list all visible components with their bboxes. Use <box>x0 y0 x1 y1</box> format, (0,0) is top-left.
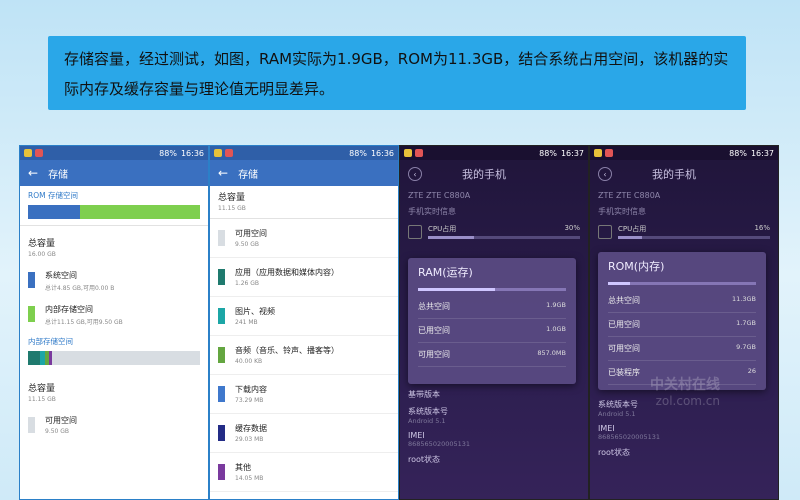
info-row: 可用空间 857.0MB <box>418 343 566 367</box>
app-bar: ← 存储 <box>20 160 208 186</box>
device-info-item: root状态 <box>598 448 631 457</box>
internal-usage-bar <box>28 351 200 365</box>
clock: 16:36 <box>180 148 204 158</box>
total-capacity-value: 16.00 GB <box>28 251 56 258</box>
ram-popup: RAM(运存) 总共空间 1.9GB 已用空间 1.0GB 可用空间 857.0MB <box>408 258 576 384</box>
notification-icon <box>605 149 613 157</box>
total-capacity-label-2: 总容量 <box>28 384 56 394</box>
phone-screen-storage-detail: 88% 16:36 ← 存储 总容量 11.15 GB 可用空间 9.50 GB 应用… <box>209 145 399 500</box>
list-item[interactable]: 可用空间 9.50 GB <box>210 219 398 258</box>
screen-title: 存储 <box>238 169 259 181</box>
color-swatch <box>28 272 35 288</box>
watermark: 中关村在线 <box>650 377 720 393</box>
list-item[interactable]: 其他 14.05 MB <box>210 453 398 492</box>
system-segment <box>28 205 80 219</box>
list-item[interactable]: 应用（应用数据和媒体内容） 1.26 GB <box>210 258 398 297</box>
color-swatch <box>28 306 35 322</box>
notification-icon <box>214 149 222 157</box>
notification-icon <box>225 149 233 157</box>
color-swatch <box>218 386 225 402</box>
device-info-item: 系统版本号 Android 5.1 <box>408 407 448 425</box>
list-item[interactable]: 缓存数据 29.03 MB <box>210 414 398 453</box>
total-capacity-value-2: 11.15 GB <box>28 396 56 403</box>
phone-screen-ram: 88% 16:37 ‹ 我的手机 ZTE ZTE C880A 手机实时信息 CPU… <box>399 145 589 500</box>
list-item[interactable]: 下载内容 73.29 MB <box>210 375 398 414</box>
color-swatch <box>218 347 225 363</box>
info-row: 可用空间 9.7GB <box>608 337 756 361</box>
notification-icon <box>24 149 32 157</box>
info-row: 已用空间 1.7GB <box>608 313 756 337</box>
list-item[interactable]: 图片、视频 241 MB <box>210 297 398 336</box>
color-swatch <box>218 464 225 480</box>
cpu-usage-row: CPU占用 30% <box>400 220 588 243</box>
cpu-chip-icon <box>598 224 612 239</box>
rom-usage-bar <box>608 282 756 285</box>
device-info-list: 系统版本号 Android 5.1 IMEI 868565020005131 root状… <box>590 396 778 461</box>
list-item-system[interactable]: 系统空间 总计4.85 GB,可用0.00 B <box>20 264 208 298</box>
device-info-item: IMEI 868565020005131 <box>598 424 661 441</box>
cpu-usage-row: CPU占用 16% <box>590 220 778 243</box>
screen-title: 存储 <box>48 169 69 181</box>
device-model: ZTE ZTE C880A <box>408 191 471 200</box>
notification-icon <box>404 149 412 157</box>
back-arrow-icon[interactable]: ← <box>218 166 228 180</box>
total-capacity-value: 11.15 GB <box>218 205 246 212</box>
internal-segment <box>79 205 200 219</box>
popup-title: RAM(运存) <box>418 266 473 279</box>
popup-title: ROM(内存) <box>608 260 665 273</box>
device-info-item: 系统版本号 Android 5.1 <box>598 400 638 418</box>
caption-box: 存储容量，经过测试，如图，RAM实际为1.9GB，ROM为11.3GB，结合系统… <box>48 36 746 110</box>
notification-icon <box>415 149 423 157</box>
app-bar: ← 存储 <box>210 160 398 186</box>
back-arrow-icon[interactable]: ‹ <box>598 167 612 181</box>
back-arrow-icon[interactable]: ← <box>28 166 38 180</box>
rom-popup: ROM(内存) 总共空间 11.3GB 已用空间 1.7GB 可用空间 9.7GB 已装程序… <box>598 252 766 390</box>
total-capacity-label: 总容量 <box>218 193 246 203</box>
status-bar: 88% 16:36 <box>20 146 208 160</box>
back-arrow-icon[interactable]: ‹ <box>408 167 422 181</box>
status-bar: 88% 16:37 <box>590 146 778 160</box>
color-swatch <box>218 425 225 441</box>
storage-category-list: 可用空间 9.50 GB 应用（应用数据和媒体内容） 1.26 GB 图片、视频 241 … <box>210 219 398 492</box>
clock: 16:36 <box>370 148 394 158</box>
internal-section-title: 内部存储空间 <box>28 337 73 346</box>
color-swatch <box>218 269 225 285</box>
status-bar: 88% 16:37 <box>400 146 588 160</box>
device-info-item: 基带版本 <box>408 390 440 399</box>
color-swatch <box>218 308 225 324</box>
rom-usage-bar <box>28 205 200 219</box>
realtime-info-label: 手机实时信息 <box>408 207 456 216</box>
cpu-chip-icon <box>408 224 422 239</box>
info-row: 总共空间 1.9GB <box>418 295 566 319</box>
status-bar: 88% 16:36 <box>210 146 398 160</box>
phone-screen-storage: 88% 16:36 ← 存储 ROM 存储空间 总容量 16.00 GB 系统空间… <box>19 145 209 500</box>
info-row: 已用空间 1.0GB <box>418 319 566 343</box>
device-model: ZTE ZTE C880A <box>598 191 661 200</box>
device-info-item: IMEI 868565020005131 <box>408 431 471 448</box>
notification-icon <box>594 149 602 157</box>
ram-usage-bar <box>418 288 566 291</box>
caption-text: 存储容量，经过测试，如图，RAM实际为1.9GB，ROM为11.3GB，结合系统… <box>64 50 729 98</box>
phone-screen-rom: 88% 16:37 ‹ 我的手机 ZTE ZTE C880A 手机实时信息 CPU… <box>589 145 779 500</box>
info-row: 总共空间 11.3GB <box>608 289 756 313</box>
clock: 16:37 <box>750 148 774 158</box>
total-capacity-label: 总容量 <box>28 239 56 249</box>
color-swatch <box>28 417 35 433</box>
header: ‹ 我的手机 <box>400 160 588 188</box>
clock: 16:37 <box>560 148 584 158</box>
color-swatch <box>218 230 225 246</box>
header: ‹ 我的手机 <box>590 160 778 188</box>
battery-text: 88% <box>159 148 177 158</box>
device-info-item: root状态 <box>408 455 441 464</box>
device-info-list: 基带版本系统版本号 Android 5.1 IMEI 868565020005131 r… <box>400 386 588 468</box>
list-item-internal[interactable]: 内部存储空间 总计11.15 GB,可用9.50 GB <box>20 298 208 332</box>
list-item-available[interactable]: 可用空间 9.50 GB <box>20 409 208 441</box>
notification-icon <box>35 149 43 157</box>
realtime-info-label: 手机实时信息 <box>598 207 646 216</box>
list-item[interactable]: 音频（音乐、铃声、播客等） 40.00 KB <box>210 336 398 375</box>
rom-section-title: ROM 存储空间 <box>28 191 78 200</box>
